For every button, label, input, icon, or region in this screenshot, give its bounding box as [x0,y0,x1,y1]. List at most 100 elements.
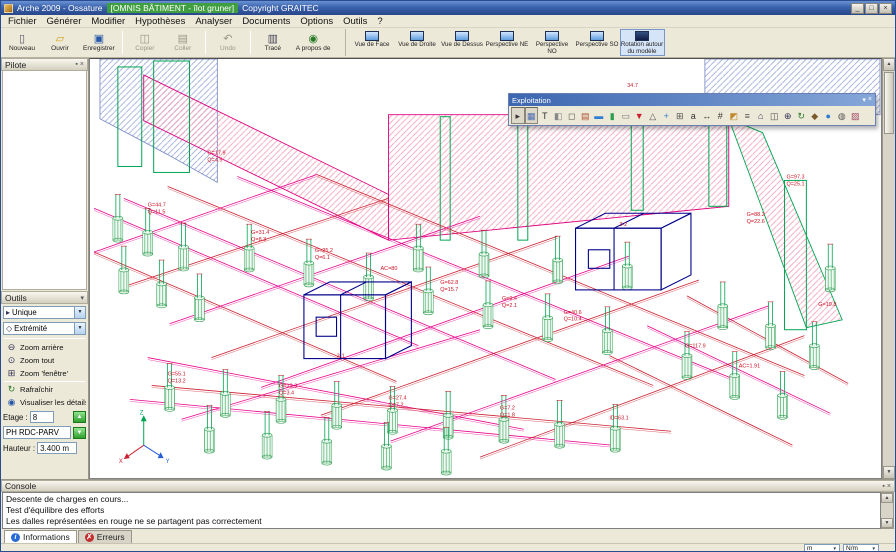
unit-length-select[interactable]: m ▼ [804,544,840,551]
pointer-icon[interactable]: ▸ [511,107,525,124]
close-icon[interactable]: × [887,483,891,490]
layers-icon[interactable]: ≡ [741,107,755,124]
storey-down-button[interactable]: ▼ [73,426,86,439]
groups-display-icon[interactable]: ◍ [835,107,849,124]
undo-button-label: Undo [220,45,236,52]
rafraichir-button[interactable]: ↻ Rafraîchir [3,383,86,396]
nouveau-button[interactable]: ▯ Nouveau [3,29,41,56]
selection-filter-icon[interactable]: ▦ [524,107,538,124]
supports-visibility-icon[interactable]: △ [646,107,660,124]
monitor-icon [635,31,649,41]
viewport-vertical-scrollbar[interactable]: ▲ ▼ [882,58,895,479]
exploitation-toolbar-header[interactable]: Exploitation ▾ × [509,94,875,106]
perspective-so-button[interactable]: Perspective SO [575,29,620,56]
chevron-down-icon[interactable]: ▼ [74,307,85,318]
chevron-down-icon[interactable]: ▼ [74,323,85,334]
trace-button[interactable]: ▥ Tracé [254,29,292,56]
zoom-fenetre-button[interactable]: ⊞ Zoom 'fenêtre' [3,367,86,380]
outils-header-buttons: ▾ [80,294,84,302]
pin-icon[interactable]: ▪ [882,483,884,490]
scroll-down-icon[interactable]: ▼ [881,518,893,528]
vue-de-droite-button-label: Vue de Droite [398,41,436,48]
scrollbar-thumb[interactable] [884,72,894,134]
materials-display-icon[interactable]: ◆ [808,107,822,124]
tab-informations[interactable]: i Informations [4,530,77,543]
vue-de-droite-button[interactable]: Vue de Droite [395,29,440,56]
svg-text:AC=80: AC=80 [381,266,398,272]
chevron-down-icon[interactable]: ▾ [80,294,84,302]
unit-force-select[interactable]: N/m ▼ [843,544,879,552]
visualiser-details-button[interactable]: ◉ Visualiser les détails [3,396,86,409]
storey-select[interactable]: PH RDC-PARV [3,426,71,439]
vue-de-face-button[interactable]: Vue de Face [350,29,395,56]
console-vertical-scrollbar[interactable]: ▲ ▼ [881,492,894,529]
rotation-modele-button[interactable]: Rotation autour du modèle [619,29,665,56]
snap-mode-select[interactable]: ◇ Extrémité ▼ [3,322,86,335]
menu-item-outils[interactable]: Outils [338,16,372,27]
storey-up-button[interactable]: ▲ [73,411,86,423]
vue-de-dessus-button[interactable]: Vue de Dessus [440,29,485,56]
columns-visibility-icon[interactable]: ▮ [606,107,620,124]
zoom-display-icon[interactable]: ⊕ [781,107,795,124]
text-display-icon[interactable]: T [538,107,552,124]
storeys-display-icon[interactable]: ⌂ [754,107,768,124]
scroll-up-icon[interactable]: ▲ [881,493,893,503]
labels-display-icon[interactable]: a [687,107,701,124]
menu-item-options[interactable]: Options [295,16,338,27]
zoom-tout-button[interactable]: ⊙ Zoom tout [3,354,86,367]
grid-display-icon[interactable]: ⊞ [673,107,687,124]
svg-text:3-2: 3-2 [619,222,627,228]
minimize-button[interactable]: _ [851,2,864,14]
ouvrir-button[interactable]: ▱ Ouvrir [41,29,79,56]
console-panel-header: Console ▪ × [1,480,895,492]
columns-layer [112,194,836,476]
close-icon[interactable]: × [868,96,872,104]
menu-item-gnrer[interactable]: Générer [42,16,87,27]
zoom-arriere-button[interactable]: ⊖ Zoom arrière [3,341,86,354]
selection-mode-select[interactable]: ▸ Unique ▼ [3,306,86,319]
left-panels: Pilote ▪ × Outils ▾ ▸ Unique ▼ ◇ Extrémi… [1,58,89,479]
nodes-display-icon[interactable]: ● [822,107,836,124]
separator [4,381,85,382]
enregistrer-button[interactable]: ▣ Enregistrer [79,29,119,56]
hauteur-input[interactable] [37,442,78,454]
perspective-ne-button[interactable]: Perspective NE [485,29,530,56]
selection-mode-value: Unique [12,308,37,317]
close-button[interactable]: × [879,2,892,14]
model-viewport[interactable]: 34.7 G=17.9 Q=4.5 G=44.7 Q=11.5 G=31.4 Q=8.3 G=… [89,58,882,479]
numbering-display-icon[interactable]: # [714,107,728,124]
pilote-panel-body[interactable] [2,71,87,290]
scroll-up-icon[interactable]: ▲ [883,58,895,71]
menu-item-analyser[interactable]: Analyser [190,16,237,27]
pin-icon[interactable]: ▪ [75,61,77,68]
shading-mode-icon[interactable]: ◧ [552,107,566,124]
color-settings-icon[interactable]: ◩ [727,107,741,124]
menu-item-hypothses[interactable]: Hypothèses [130,16,190,27]
close-icon[interactable]: × [80,61,84,68]
wireframe-mode-icon[interactable]: ◻ [565,107,579,124]
loads-visibility-icon[interactable]: ▼ [633,107,647,124]
tab-erreurs[interactable]: ✗ Erreurs [77,530,132,543]
walls-visibility-icon[interactable]: ▤ [579,107,593,124]
rotation-modele-button-label: Rotation autour du modèle [620,41,664,55]
menu-item-modifier[interactable]: Modifier [86,16,130,27]
a-propos-button[interactable]: ◉ A propos de [292,29,335,56]
chevron-down-icon[interactable]: ▾ [862,96,866,104]
dimensions-display-icon[interactable]: ↔ [700,107,714,124]
menu-item-?[interactable]: ? [372,16,387,27]
coller-icon: ▤ [177,33,188,45]
maximize-button[interactable]: □ [865,2,878,14]
hatch-display-icon[interactable]: ▨ [849,107,863,124]
scroll-down-icon[interactable]: ▼ [883,466,895,479]
local-axes-icon[interactable]: + [660,107,674,124]
menu-item-documents[interactable]: Documents [237,16,295,27]
refresh-display-icon[interactable]: ↻ [795,107,809,124]
unit-force-select-value: N/m [846,545,858,552]
console-panel: Console ▪ × Descente de charges en cours… [1,479,895,529]
perspective-no-button[interactable]: Perspective NO [530,29,575,56]
beams-visibility-icon[interactable]: ▬ [592,107,606,124]
slabs-visibility-icon[interactable]: ▭ [619,107,633,124]
etage-input[interactable] [29,411,54,423]
menu-item-fichier[interactable]: Fichier [3,16,42,27]
section-display-icon[interactable]: ◫ [768,107,782,124]
